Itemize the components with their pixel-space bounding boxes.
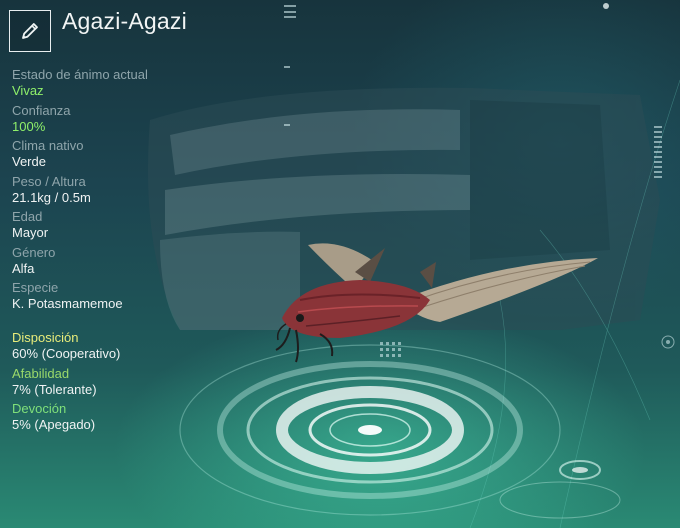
trait-affability: Afabilidad 7% (Tolerante) <box>12 366 242 402</box>
holo-pedestal <box>179 344 621 519</box>
stat-label: Especie <box>12 280 59 295</box>
trait-label: Afabilidad <box>12 365 70 381</box>
stat-value: Verde <box>12 154 46 169</box>
stat-label: Género <box>12 244 56 260</box>
stat-mood: Estado de ánimo actual Vivaz <box>12 67 242 103</box>
stat-value: K. Potasmamemoe <box>12 296 123 311</box>
stat-label: Confianza <box>12 102 71 118</box>
trait-value: 5% (Apegado) <box>12 417 96 432</box>
stat-weight-height: Peso / Altura 21.1kg / 0.5m <box>12 174 242 210</box>
stat-value: Vivaz <box>12 83 44 98</box>
edit-name-button[interactable] <box>9 10 51 52</box>
stat-value: Alfa <box>12 260 35 276</box>
creature-stats: Estado de ánimo actual Vivaz Confianza 1… <box>12 67 242 316</box>
stat-climate: Clima nativo Verde <box>12 138 242 174</box>
stat-gender: Género Alfa <box>12 245 242 281</box>
stat-label: Edad <box>12 209 43 224</box>
creature-name: Agazi-Agazi <box>62 8 187 34</box>
trait-label: Disposición <box>12 330 79 345</box>
trait-devotion: Devoción 5% (Apegado) <box>12 401 242 437</box>
stat-species: Especie K. Potasmamemoe <box>12 280 242 316</box>
trait-value: 7% (Tolerante) <box>12 381 97 397</box>
stat-age: Edad Mayor <box>12 209 242 245</box>
stat-value: 100% <box>12 118 46 134</box>
pencil-icon <box>22 23 38 39</box>
trait-disposition: Disposición 60% (Cooperativo) <box>12 330 242 366</box>
stat-label: Peso / Altura <box>12 173 86 189</box>
creature-traits: Disposición 60% (Cooperativo) Afabilidad… <box>12 330 242 437</box>
stat-label: Clima nativo <box>12 138 84 153</box>
trait-label: Devoción <box>12 401 67 416</box>
trait-value: 60% (Cooperativo) <box>12 346 121 361</box>
stat-label: Estado de ánimo actual <box>12 67 148 82</box>
stat-value: Mayor <box>12 225 49 240</box>
stat-trust: Confianza 100% <box>12 103 242 139</box>
stat-value: 21.1kg / 0.5m <box>12 189 91 205</box>
